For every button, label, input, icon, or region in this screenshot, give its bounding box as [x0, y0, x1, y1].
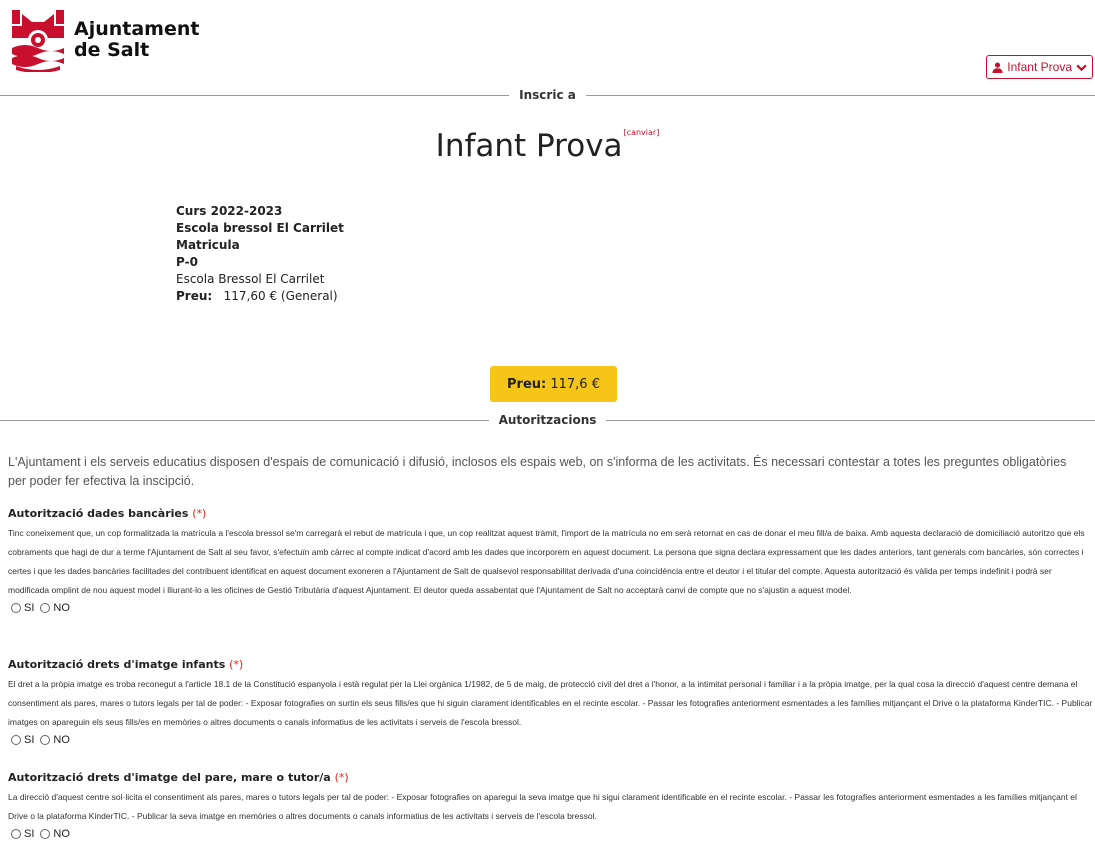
radio-yes[interactable]: [11, 603, 21, 613]
course-price-value: 117,60 € (General): [223, 289, 338, 303]
authorization-image-children: Autorització drets d'imatge infants (*) …: [8, 658, 1095, 748]
course-price-label: Preu:: [176, 289, 213, 303]
user-menu-label: Infant Prova: [1007, 60, 1072, 74]
radio-no-label[interactable]: NO: [53, 734, 70, 746]
radio-no-label[interactable]: NO: [53, 828, 70, 840]
authorization-text: La direcció d'aquest centre sol·licita e…: [8, 792, 1077, 821]
authorization-radios: SI NO: [11, 600, 1095, 616]
course-year: Curs 2022-2023: [176, 204, 283, 218]
course-group: P-0: [176, 255, 198, 269]
divider-line: [606, 419, 1095, 421]
authorizations-divider-label: Autoritzacions: [498, 413, 597, 427]
radio-yes-label[interactable]: SI: [24, 602, 34, 614]
authorization-title-text: Autorització drets d'imatge del pare, ma…: [8, 771, 331, 784]
user-icon: [992, 61, 1003, 73]
child-name-heading: Infant Prova[canviar]: [0, 128, 1095, 164]
authorization-text: El dret a la pròpia imatge es troba reco…: [8, 679, 1093, 727]
radio-no[interactable]: [40, 603, 51, 613]
radio-yes[interactable]: [11, 735, 21, 745]
radio-no[interactable]: [40, 735, 51, 745]
authorizations-intro: L'Ajuntament i els serveis educatius dis…: [8, 455, 1067, 488]
authorization-text: Tinc coneixement que, un cop formalitzad…: [8, 528, 1085, 595]
ajuntament-salt-logo-icon: [12, 10, 64, 72]
price-button-label: Preu:: [507, 376, 547, 392]
radio-no-label[interactable]: NO: [53, 602, 70, 614]
radio-no[interactable]: [40, 829, 51, 839]
course-info: Curs 2022-2023 Escola bressol El Carrile…: [176, 203, 344, 305]
authorization-bank: Autorització dades bancàries (*) Tinc co…: [8, 507, 1095, 616]
radio-yes[interactable]: [11, 829, 21, 839]
logo-line-1: Ajuntament: [74, 18, 200, 40]
authorization-radios: SI NO: [11, 732, 1095, 748]
authorization-title: Autorització dades bancàries (*): [8, 507, 1095, 520]
required-mark: (*): [192, 507, 207, 520]
logo-line-2: de Salt: [74, 39, 150, 61]
authorization-image-parents: Autorització drets d'imatge del pare, ma…: [8, 771, 1095, 842]
authorization-title: Autorització drets d'imatge del pare, ma…: [8, 771, 1095, 784]
divider-line: [0, 419, 489, 421]
required-mark: (*): [229, 658, 244, 671]
course-price: Preu: 117,60 € (General): [176, 288, 344, 305]
price-button[interactable]: Preu: 117,6 €: [490, 366, 617, 402]
authorization-title-text: Autorització drets d'imatge infants: [8, 658, 226, 671]
change-child-link[interactable]: [canviar]: [624, 128, 660, 137]
divider-line: [0, 94, 510, 96]
logo-text: Ajuntament de Salt: [74, 19, 199, 61]
divider-line: [585, 94, 1095, 96]
radio-yes-label[interactable]: SI: [24, 734, 34, 746]
authorizations-divider: Autoritzacions: [0, 413, 1095, 427]
course-type: Matricula: [176, 238, 240, 252]
enroll-divider: Inscric a: [0, 88, 1095, 102]
chevron-down-icon: [1076, 64, 1087, 71]
required-mark: (*): [334, 771, 349, 784]
authorization-radios: SI NO: [11, 826, 1095, 842]
course-school: Escola bressol El Carrilet: [176, 221, 344, 235]
child-name: Infant Prova: [435, 128, 623, 164]
price-button-value: 117,6 €: [550, 376, 600, 392]
authorization-title-text: Autorització dades bancàries: [8, 507, 189, 520]
authorization-title: Autorització drets d'imatge infants (*): [8, 658, 1095, 671]
site-logo[interactable]: Ajuntament de Salt: [8, 8, 199, 72]
user-menu-button[interactable]: Infant Prova: [986, 55, 1093, 79]
radio-yes-label[interactable]: SI: [24, 828, 34, 840]
enroll-divider-label: Inscric a: [519, 88, 576, 102]
course-center: Escola Bressol El Carrilet: [176, 272, 325, 286]
